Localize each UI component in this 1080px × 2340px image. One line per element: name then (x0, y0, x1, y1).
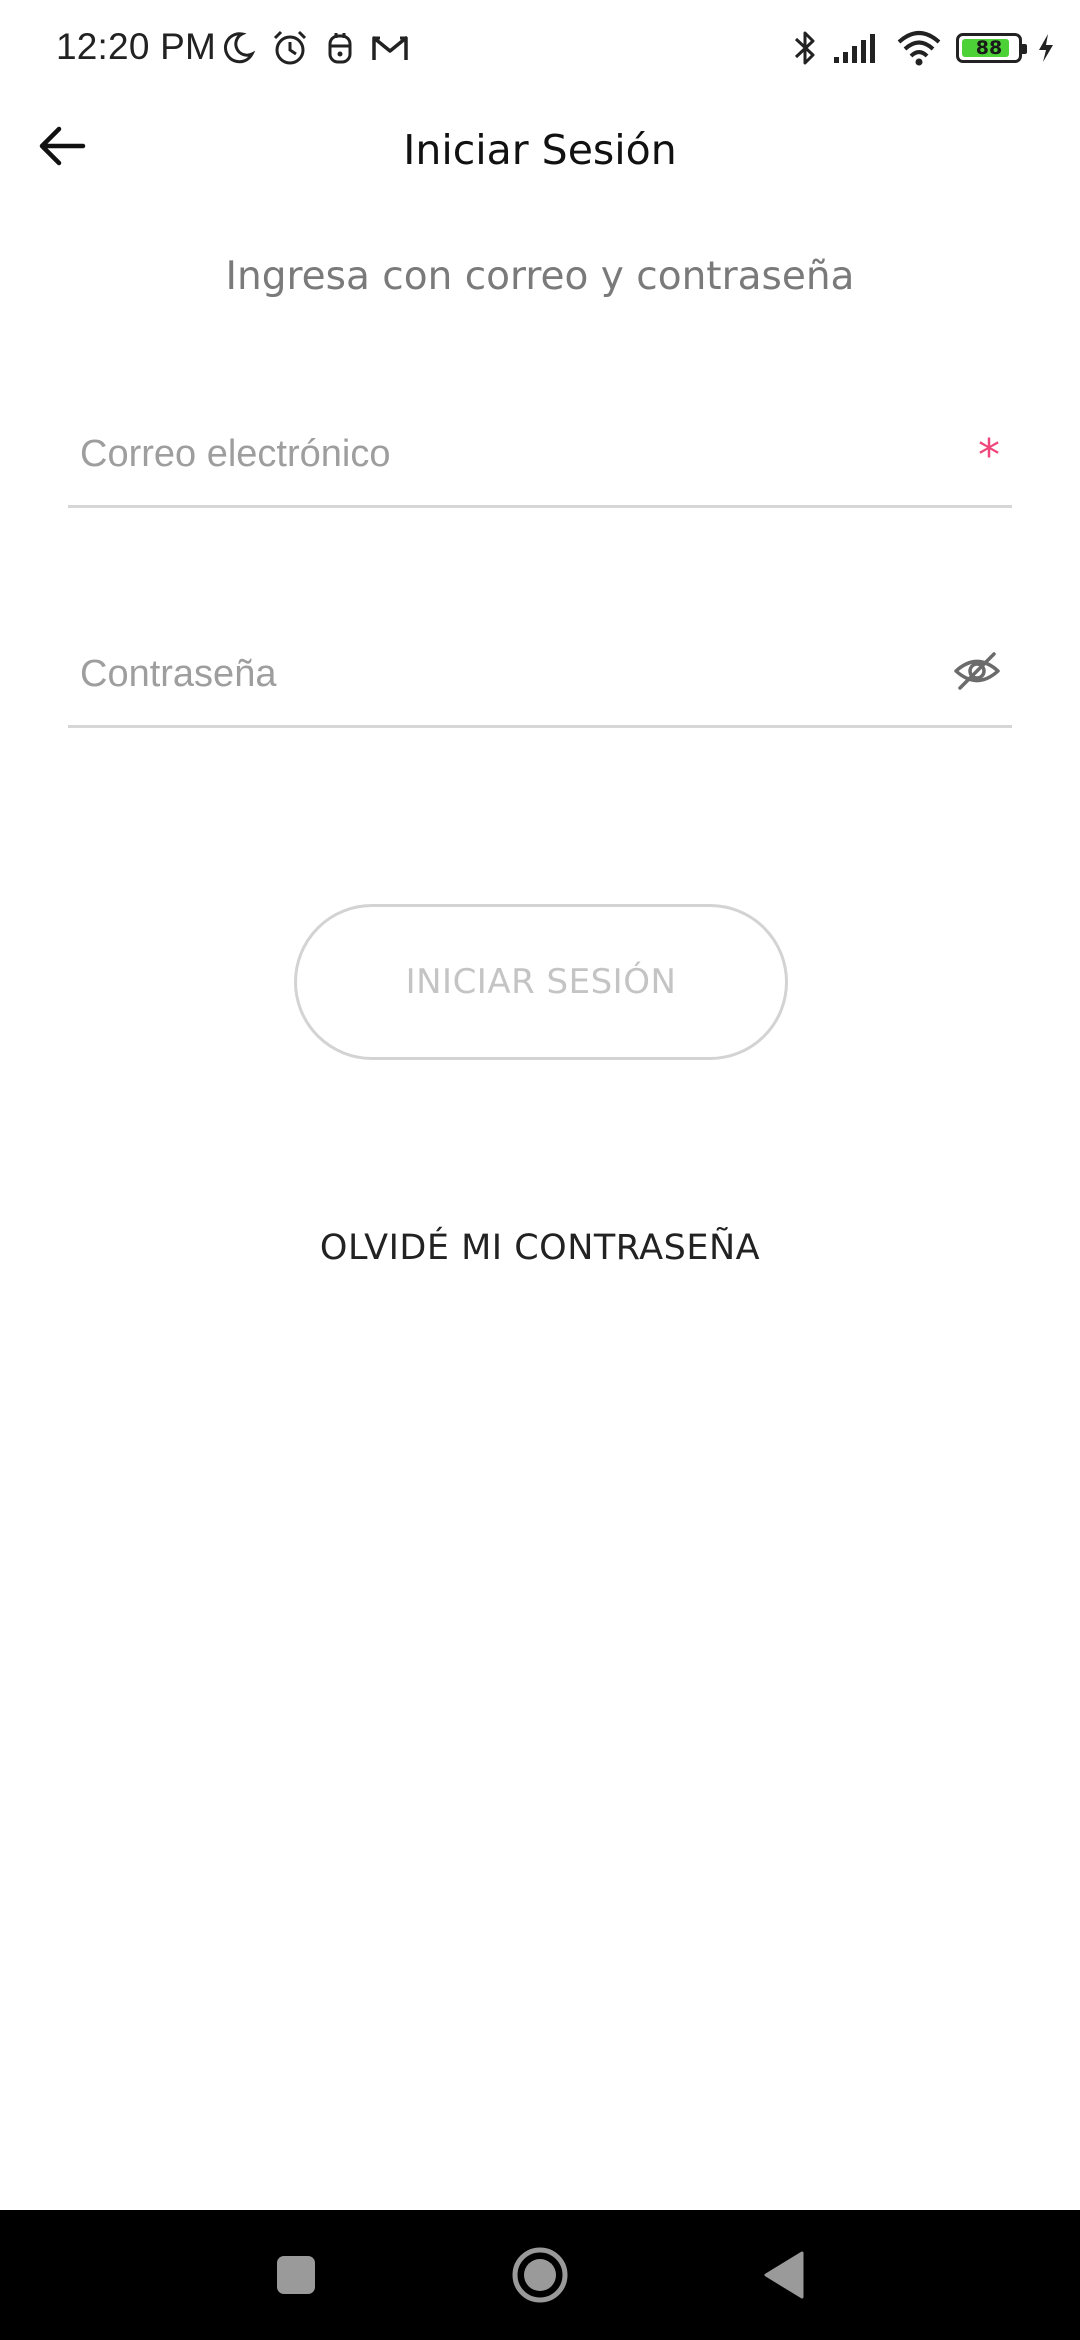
home-button[interactable] (500, 2240, 580, 2310)
eye-off-icon[interactable] (952, 646, 1002, 696)
moon-icon (220, 30, 256, 66)
status-right-icons: 88 (792, 24, 1056, 72)
navigation-bar (0, 2210, 1080, 2340)
password-field-container (68, 628, 1012, 728)
battery-label: 88 (975, 37, 1003, 59)
status-left-icons (220, 26, 410, 70)
battery-cap (1022, 44, 1027, 54)
nav-back-button[interactable] (744, 2240, 824, 2310)
forgot-password-link[interactable]: OLVIDÉ MI CONTRASEÑA (0, 1228, 1080, 1268)
login-button[interactable]: INICIAR SESIÓN (294, 904, 788, 1060)
charging-icon (1036, 32, 1056, 64)
login-button-label: INICIAR SESIÓN (405, 962, 677, 1002)
wifi-icon (896, 30, 942, 66)
triangle-back-icon (762, 2250, 806, 2300)
email-field[interactable] (80, 422, 940, 486)
recents-button[interactable] (256, 2240, 336, 2310)
status-bar: 12:20 PM 88 (0, 0, 1080, 96)
app-header: Iniciar Sesión (0, 100, 1080, 200)
bluetooth-icon (792, 28, 818, 68)
status-time: 12:20 PM (56, 26, 216, 67)
square-icon (276, 2255, 316, 2295)
alarm-icon (270, 28, 310, 68)
required-asterisk: * (978, 430, 1000, 481)
email-field-container: * (68, 408, 1012, 508)
circle-icon (510, 2245, 570, 2305)
page-title: Iniciar Sesión (403, 126, 677, 174)
battery-icon: 88 (956, 33, 1027, 63)
signal-icon (832, 31, 882, 65)
gmail-icon (370, 32, 410, 64)
password-field[interactable] (80, 642, 940, 706)
app-notification-icon (324, 30, 356, 66)
subtitle: Ingresa con correo y contraseña (225, 254, 855, 299)
